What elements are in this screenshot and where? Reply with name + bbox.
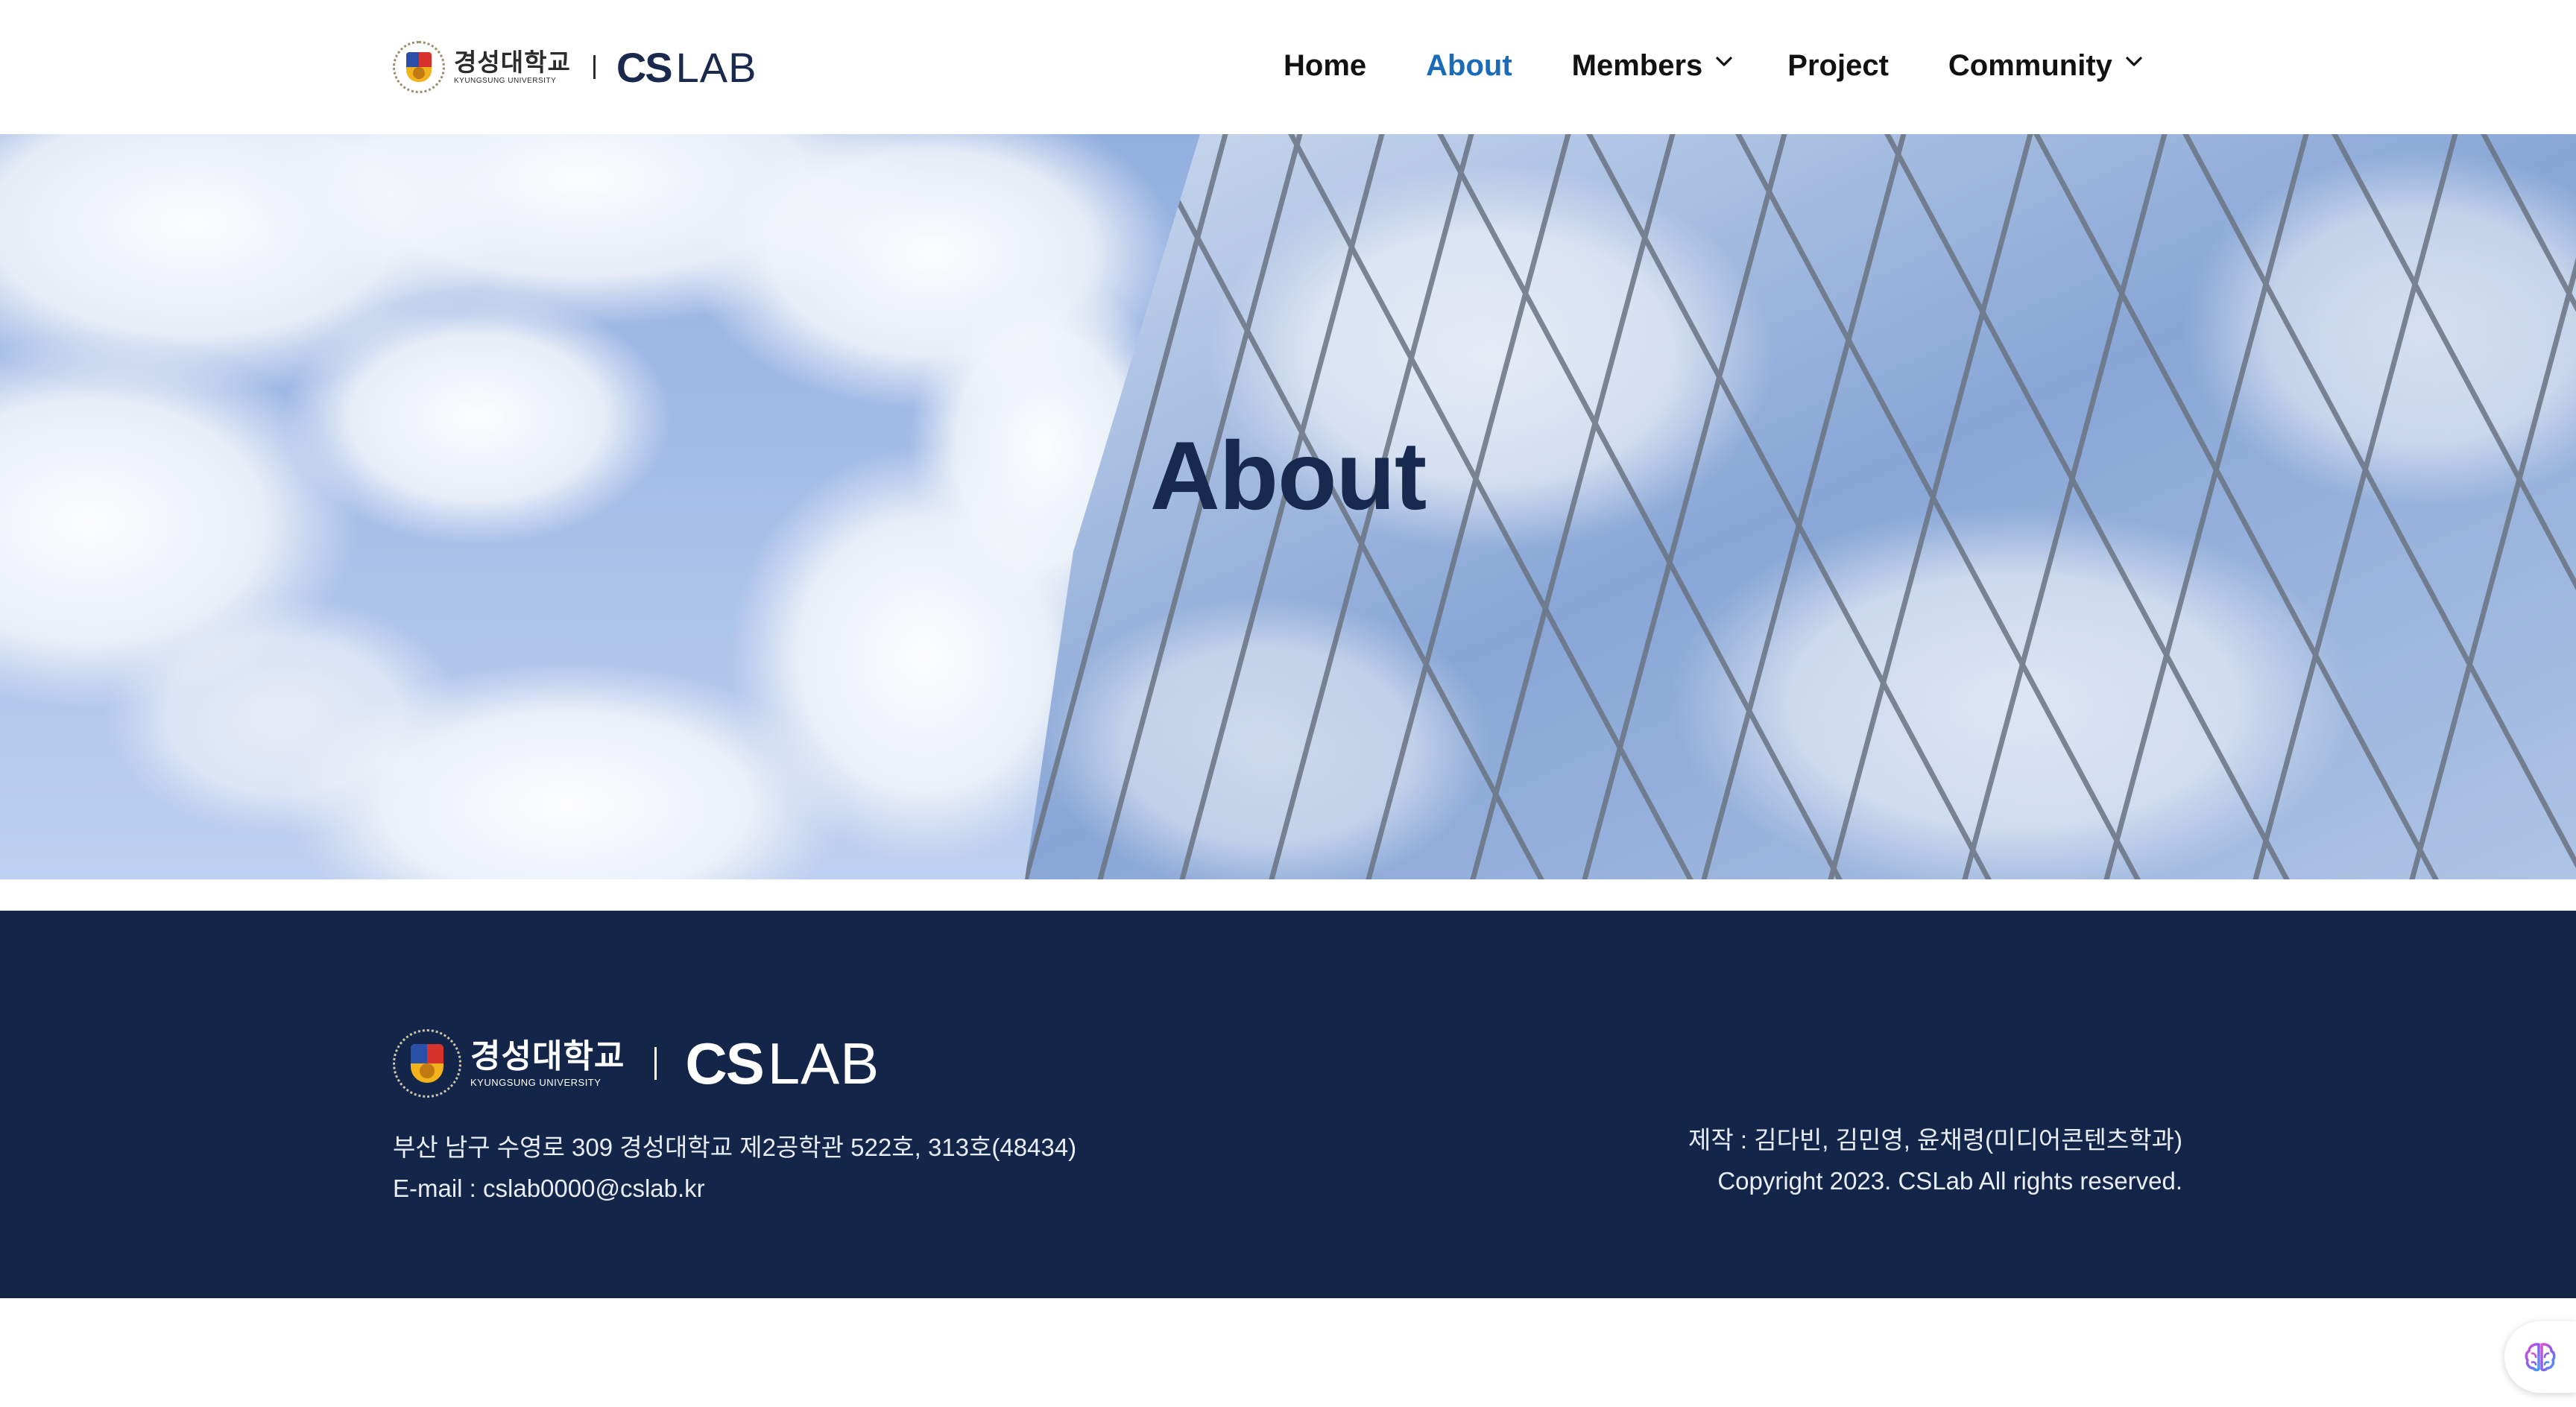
floating-assistant-button[interactable] <box>2504 1321 2576 1393</box>
nav-community-label: Community <box>1948 48 2112 82</box>
footer-credits: 제작 : 김다빈, 김민영, 윤채령(미디어콘텐츠학과) <box>1688 1126 2182 1154</box>
footer-email: E-mail : cslab0000@cslab.kr <box>393 1174 705 1202</box>
footer-logo-divider <box>654 1047 657 1080</box>
nav-members-label: Members <box>1571 48 1703 82</box>
hero-banner: About <box>0 134 2576 879</box>
footer-contact: 부산 남구 수영로 309 경성대학교 제2공학관 522호, 313호(484… <box>393 1127 1076 1209</box>
university-name: 경성대학교 KYUNGSUNG UNIVERSITY <box>454 50 571 85</box>
brain-icon <box>2525 1343 2556 1372</box>
university-name-ko: 경성대학교 <box>454 48 571 76</box>
footer-university-name-ko: 경성대학교 <box>470 1037 625 1075</box>
footer-lab-logo-cs: CS <box>685 1030 764 1096</box>
university-emblem-icon <box>393 41 445 93</box>
nav-about-label: About <box>1426 48 1512 82</box>
lab-logo-cs: CS <box>616 43 673 91</box>
chevron-down-icon <box>2126 57 2142 69</box>
nav-project-label: Project <box>1787 48 1889 82</box>
page-title: About <box>1149 421 1427 530</box>
footer-credits-block: 제작 : 김다빈, 김민영, 윤채령(미디어콘텐츠학과) Copyright 2… <box>1688 1119 2182 1201</box>
footer-university-name-en: KYUNGSUNG UNIVERSITY <box>470 1076 602 1088</box>
footer-copyright: Copyright 2023. CSLab All rights reserve… <box>1717 1167 2182 1195</box>
nav-community[interactable]: Community <box>1948 48 2142 83</box>
nav-home[interactable]: Home <box>1284 49 1366 83</box>
footer-university-name: 경성대학교 KYUNGSUNG UNIVERSITY <box>470 1040 625 1087</box>
nav-about[interactable]: About <box>1426 49 1512 83</box>
site-footer: 경성대학교 KYUNGSUNG UNIVERSITY CS LAB 부산 남구 … <box>0 911 2576 1298</box>
university-name-en: KYUNGSUNG UNIVERSITY <box>454 76 557 85</box>
university-emblem-icon <box>393 1029 461 1098</box>
nav-members[interactable]: Members <box>1571 48 1732 83</box>
footer-lab-logo-lab: LAB <box>767 1030 880 1096</box>
nav-project[interactable]: Project <box>1787 49 1889 83</box>
footer-logo: 경성대학교 KYUNGSUNG UNIVERSITY CS LAB <box>393 1026 880 1101</box>
logo-divider <box>593 55 596 79</box>
site-logo[interactable]: 경성대학교 KYUNGSUNG UNIVERSITY CS LAB <box>393 39 757 95</box>
main-nav: Home About Members Project Community <box>1284 42 2142 89</box>
site-header: 경성대학교 KYUNGSUNG UNIVERSITY CS LAB Home A… <box>0 0 2576 134</box>
nav-home-label: Home <box>1284 48 1367 82</box>
lab-logo-lab: LAB <box>675 43 757 91</box>
chevron-down-icon <box>1716 57 1732 69</box>
footer-address: 부산 남구 수영로 309 경성대학교 제2공학관 522호, 313호(484… <box>393 1133 1077 1161</box>
